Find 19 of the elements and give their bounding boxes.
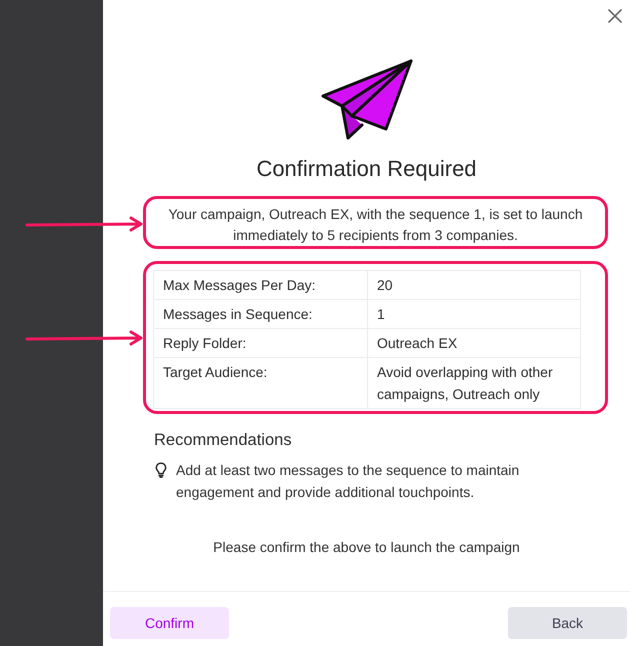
table-cell: Reply Folder: [154,328,368,358]
confirm-button[interactable]: Confirm [110,607,229,639]
close-icon [608,9,622,23]
table-cell: Messages in Sequence: [154,300,368,328]
table-cell: Target Audience: [154,358,368,408]
table-cell: 1 [368,300,580,328]
close-button[interactable] [608,9,622,23]
dialog-title: Confirmation Required [255,155,478,183]
table-cell: Outreach EX [368,328,580,358]
table-cell: 20 [368,270,580,300]
lightbulb-icon [155,462,167,478]
table-cell: Max Messages Per Day: [154,270,368,300]
paper-plane-icon [320,58,414,142]
recommendation-text: Add at least two messages to the sequence to maintain engagement and provide additional touchpoints. [176,461,520,502]
back-button[interactable]: Back [508,607,627,639]
confirmation-prompt: Please confirm the above to launch the campaign [212,538,521,557]
summary-text: Your campaign, Outreach EX, with the sequence 1, is set to launch immediately to 5 recipients from 3 companies. [167,205,584,245]
recommendations-heading: Recommendations [154,430,293,451]
table-cell: Avoid overlapping with other campaigns, Outreach only [368,358,580,408]
